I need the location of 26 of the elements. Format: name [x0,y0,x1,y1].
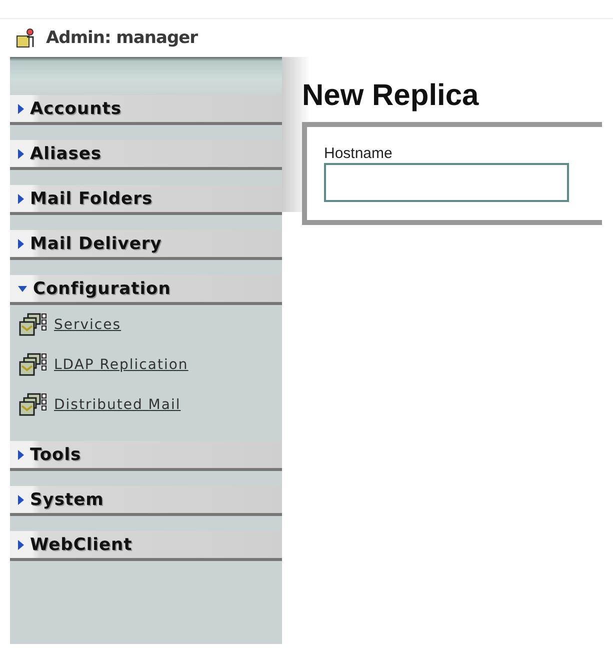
folder-stack-icon [18,312,48,338]
section-header[interactable]: Aliases [10,140,282,170]
folder-stack-icon [18,392,48,418]
section-header[interactable]: Accounts [10,95,282,125]
section-header[interactable]: Configuration [10,275,282,305]
nav-link[interactable]: LDAP Replication [54,357,188,373]
caret-right-icon [18,494,24,504]
caret-right-icon [18,148,24,158]
field-label: Hostname [324,145,394,162]
caret-right-icon [18,450,24,460]
admin-title: Admin: manager [46,28,198,48]
section-header[interactable]: Mail Delivery [10,230,282,260]
caret-right-icon [18,540,24,550]
section-header[interactable]: System [10,486,282,516]
caret-down-icon [18,286,27,292]
caret-right-icon [18,238,24,248]
page-title: New Replica [302,79,480,114]
nav-link[interactable]: Distributed Mail [54,397,181,413]
section-header[interactable]: WebClient [10,531,282,561]
folder-stack-icon [18,352,48,378]
section-header[interactable]: Mail Folders [10,185,282,215]
section-header[interactable]: Tools [10,441,282,471]
nav-link[interactable]: Services [54,317,122,333]
hostname-field[interactable] [324,163,569,202]
caret-right-icon [18,194,24,204]
caret-right-icon [18,104,24,114]
